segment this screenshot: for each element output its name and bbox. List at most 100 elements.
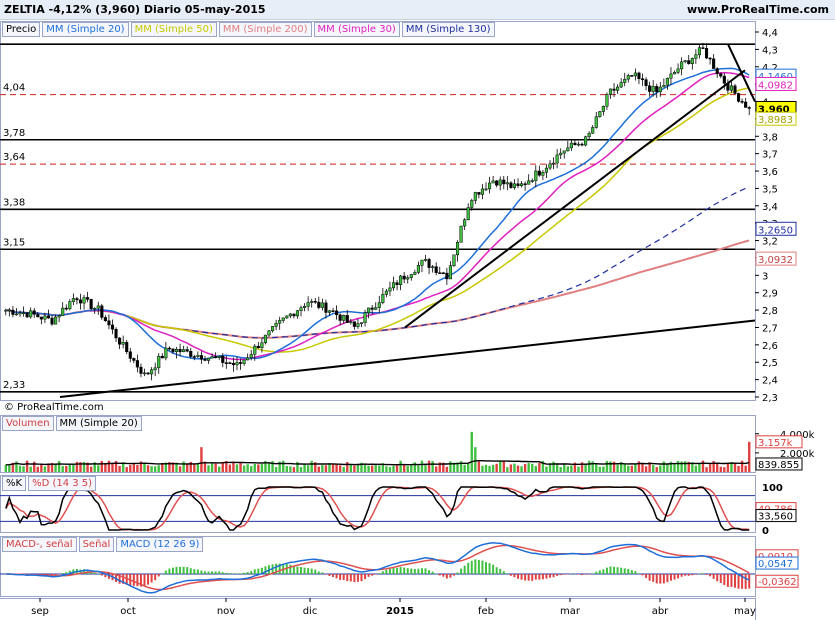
macd-histogram-bar — [289, 564, 292, 574]
macd-histogram-bar — [456, 572, 459, 574]
macd-histogram-bar — [339, 574, 342, 580]
volume-bar — [292, 467, 296, 472]
y-tick-label: 2,6 — [762, 341, 778, 352]
volume-bar — [698, 463, 701, 472]
volume-bar — [431, 461, 434, 472]
macd-histogram-bar — [410, 568, 413, 574]
macd-histogram-bar — [314, 569, 317, 574]
macd-histogram-bar — [321, 572, 324, 574]
volume-bar — [353, 465, 356, 472]
macd-histogram-bar — [193, 569, 196, 574]
macd-histogram-bar — [132, 574, 135, 586]
candle-body — [153, 367, 157, 370]
volume-bar — [602, 466, 605, 472]
volume-bar — [655, 467, 658, 472]
macd-histogram-bar — [634, 571, 637, 574]
candle-body — [171, 348, 175, 352]
legend-entry[interactable]: MACD-, señal — [2, 537, 77, 552]
volume-bar — [673, 463, 676, 472]
volume-bar — [566, 466, 570, 472]
macd-histogram-bar — [463, 565, 466, 574]
candle-body — [680, 61, 684, 70]
y-tick-label: 2,3 — [762, 393, 778, 404]
candle-body — [359, 322, 364, 324]
candle-body — [345, 315, 349, 323]
macd-histogram-bar — [477, 559, 480, 574]
macd-histogram-bar — [716, 574, 719, 582]
candle-body — [224, 362, 228, 364]
candle-body — [402, 275, 406, 280]
volume-bar — [68, 463, 72, 472]
candle-body — [715, 68, 719, 74]
volume-bar — [143, 463, 146, 472]
macd-histogram-bar — [541, 574, 544, 580]
macd-histogram-bar — [573, 573, 576, 575]
macd-histogram-bar — [310, 568, 313, 574]
y-tick-label: 4,3 — [762, 45, 778, 56]
candle-body — [470, 200, 474, 208]
volume-bar — [346, 462, 349, 472]
y-tick-label: 3,6 — [762, 167, 778, 178]
legend-entry[interactable]: Volumen — [2, 416, 54, 431]
legend-entry[interactable]: MM (Simple 200) — [218, 22, 312, 37]
volume-bar — [659, 465, 662, 472]
macd-histogram-bar — [171, 567, 174, 574]
candle-body — [25, 312, 29, 318]
volume-bar — [61, 466, 64, 472]
macd-histogram-bar — [609, 566, 612, 574]
macd-histogram-bar — [399, 567, 402, 574]
volume-bar — [740, 460, 744, 472]
volume-bar — [4, 464, 7, 472]
candle-body — [367, 307, 371, 314]
volume-bar — [513, 463, 516, 472]
volume-bar — [644, 466, 648, 472]
candle-body — [423, 259, 428, 261]
volume-legend: Volumen MM (Simple 20) — [2, 416, 144, 431]
candle-body — [64, 307, 68, 310]
candle-body — [4, 309, 8, 312]
volume-bar — [65, 465, 68, 472]
macd-histogram-bar — [214, 571, 217, 574]
legend-entry[interactable]: Señal — [78, 537, 115, 552]
legend-entry[interactable]: %K — [2, 476, 27, 491]
legend-entry[interactable]: Precio — [2, 22, 41, 37]
volume-bar — [623, 464, 626, 472]
volume-bar — [495, 463, 498, 472]
legend-entry[interactable]: MM (Simple 20) — [55, 416, 142, 431]
volume-bar — [502, 460, 505, 472]
legend-entry[interactable]: MM (Simple 30) — [313, 22, 400, 37]
macd-histogram-bar — [58, 574, 61, 575]
legend-entry[interactable]: MM (Simple 20) — [42, 22, 129, 37]
candle-body — [249, 354, 253, 359]
legend-entry[interactable]: MM (Simple 130) — [401, 22, 495, 37]
macd-histogram-bar — [588, 574, 591, 575]
macd-histogram-bar — [502, 571, 505, 574]
macd-histogram-bar — [367, 574, 370, 577]
candle-body — [278, 320, 282, 324]
volume-bar — [484, 464, 488, 472]
legend-entry[interactable]: MM (Simple 50) — [130, 22, 217, 37]
macd-histogram-bar — [381, 571, 384, 574]
legend-entry[interactable]: MACD (12 26 9) — [116, 537, 204, 552]
volume-bar — [641, 463, 644, 472]
candle-body — [281, 317, 285, 321]
volume-bar — [146, 465, 150, 472]
legend-entry[interactable]: %D (14 3 5) — [28, 476, 97, 491]
macd-histogram-bar — [581, 574, 584, 576]
macd-histogram-bar — [406, 568, 409, 574]
volume-bar — [719, 466, 722, 472]
volume-bar — [218, 466, 221, 472]
candle-body — [427, 259, 431, 268]
macd-histogram-bar — [150, 574, 153, 583]
candle-body — [488, 182, 492, 190]
volume-bar — [417, 465, 420, 472]
candle-body — [687, 60, 691, 65]
candle-body — [374, 307, 378, 310]
macd-histogram-bar — [374, 574, 377, 575]
candle-body — [242, 359, 246, 364]
volume-bar — [694, 465, 698, 472]
volume-bar — [552, 461, 555, 472]
candle-body — [466, 207, 470, 220]
candle-body — [370, 307, 374, 310]
candle-body — [594, 116, 598, 128]
